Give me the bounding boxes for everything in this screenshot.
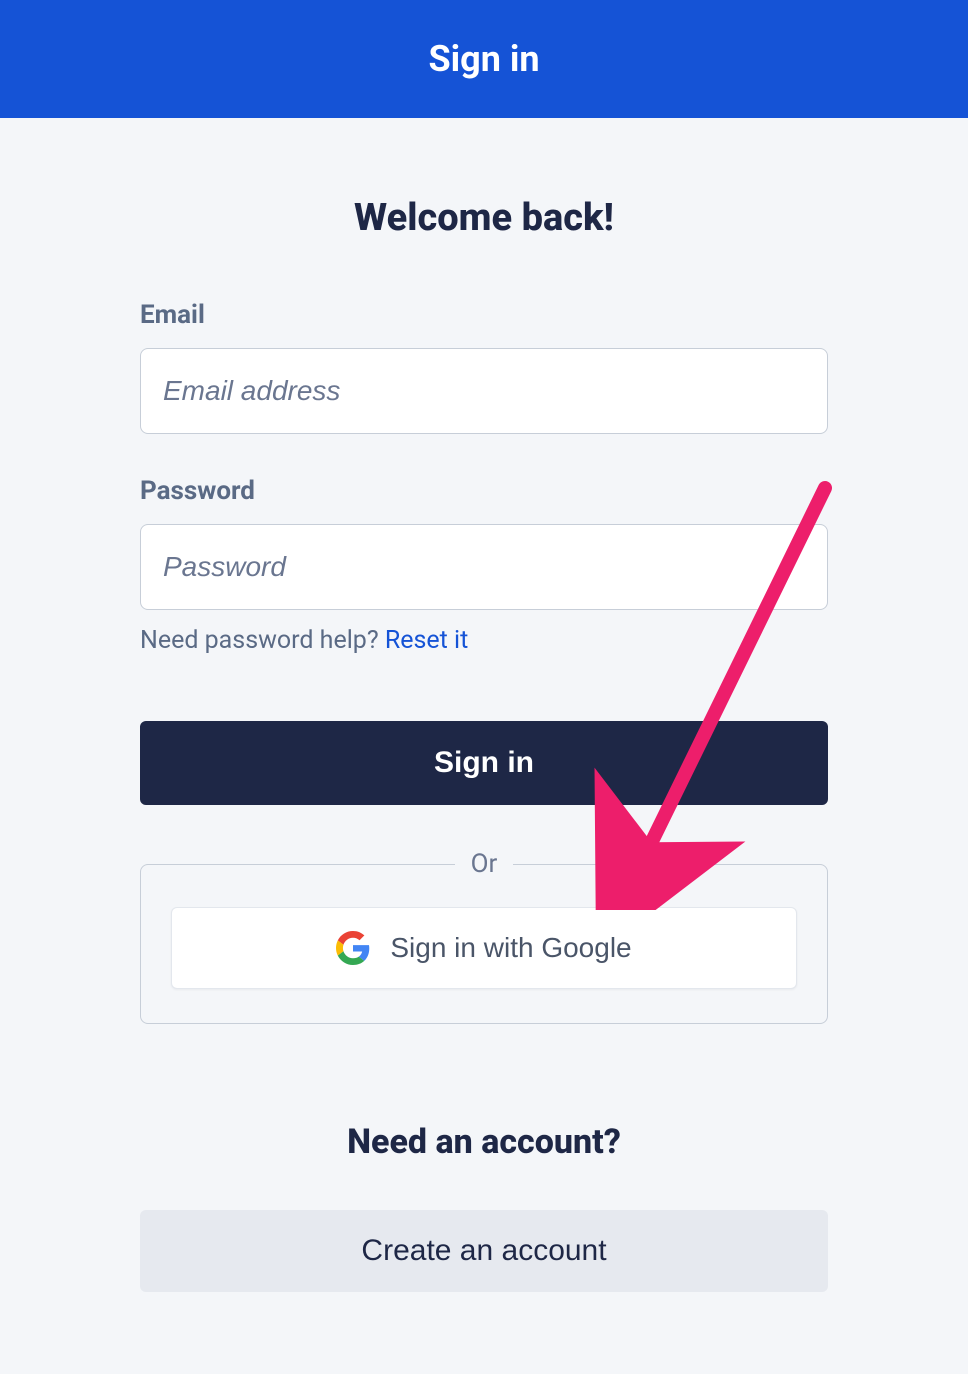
- signin-button[interactable]: Sign in: [140, 721, 828, 805]
- password-help-text: Need password help?: [140, 626, 385, 655]
- header-bar: Sign in: [0, 0, 968, 118]
- oauth-section: Or Sign in with Google: [140, 849, 828, 1024]
- google-icon: [336, 931, 370, 965]
- header-title: Sign in: [428, 38, 539, 80]
- welcome-title: Welcome back!: [140, 196, 828, 240]
- google-signin-label: Sign in with Google: [390, 932, 631, 964]
- password-help-row: Need password help? Reset it: [140, 626, 828, 655]
- or-divider-label: Or: [455, 849, 514, 879]
- email-input[interactable]: [140, 348, 828, 434]
- password-label: Password: [140, 476, 828, 506]
- google-signin-button[interactable]: Sign in with Google: [171, 907, 797, 989]
- reset-password-link[interactable]: Reset it: [385, 626, 468, 655]
- password-field-group: Password Need password help? Reset it: [140, 476, 828, 655]
- create-account-button[interactable]: Create an account: [140, 1210, 828, 1292]
- password-input[interactable]: [140, 524, 828, 610]
- need-account-title: Need an account?: [140, 1122, 828, 1162]
- email-field-group: Email: [140, 300, 828, 434]
- main-content: Welcome back! Email Password Need passwo…: [0, 118, 968, 1292]
- email-label: Email: [140, 300, 828, 330]
